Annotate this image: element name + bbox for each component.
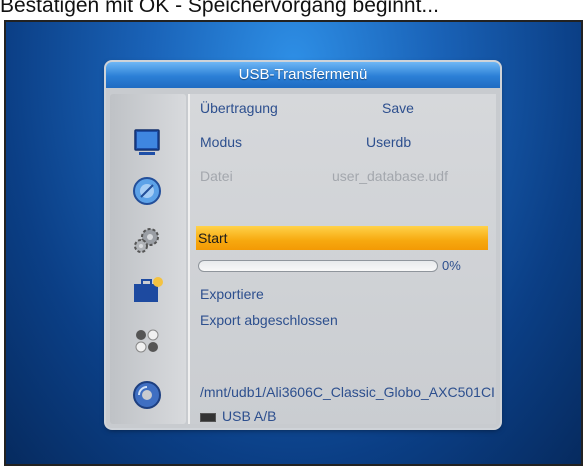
- instruction-caption: Bestätigen mit OK - Speichervorgang begi…: [0, 0, 439, 17]
- screen-border: [4, 20, 583, 466]
- tv-screen: USB-Transfermenü Übertragung Save Modus …: [4, 20, 583, 466]
